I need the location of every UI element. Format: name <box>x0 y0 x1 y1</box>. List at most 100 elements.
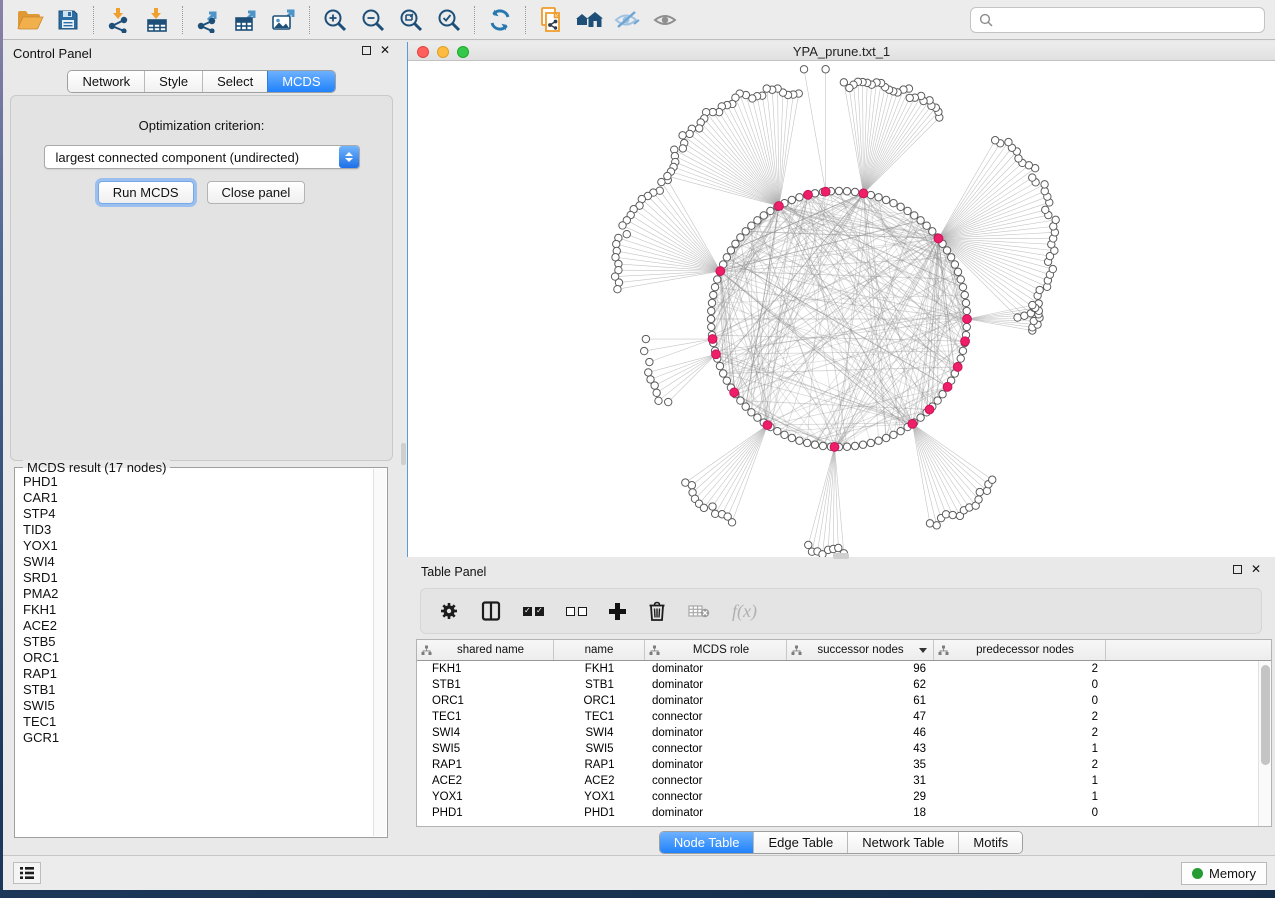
table-scrollbar-thumb[interactable] <box>1261 665 1270 765</box>
import-table-icon[interactable] <box>138 4 176 36</box>
tab-edge-table[interactable]: Edge Table <box>753 832 847 853</box>
float-table-panel-icon[interactable] <box>1233 565 1242 574</box>
mcds-result-item[interactable]: SWI4 <box>16 554 373 570</box>
table-row[interactable]: YOX1YOX1connector291 <box>417 789 1271 805</box>
tab-motifs[interactable]: Motifs <box>958 832 1022 853</box>
function-builder-icon: f(x) <box>732 601 757 622</box>
tab-network-table[interactable]: Network Table <box>847 832 958 853</box>
mcds-result-item[interactable]: GCR1 <box>16 730 373 746</box>
show-panel-icon[interactable] <box>646 4 684 36</box>
mcds-result-item[interactable]: YOX1 <box>16 538 373 554</box>
open-file-icon[interactable] <box>11 4 49 36</box>
close-table-panel-icon[interactable]: ✕ <box>1251 565 1261 574</box>
vertical-splitter[interactable] <box>400 40 407 855</box>
mcds-result-item[interactable]: ORC1 <box>16 650 373 666</box>
column-type-icon <box>649 645 660 656</box>
mcds-result-item[interactable]: CAR1 <box>16 490 373 506</box>
search-input[interactable] <box>999 13 1264 28</box>
table-row[interactable]: SWI4SWI4dominator462 <box>417 725 1271 741</box>
column-header-successor-nodes[interactable]: successor nodes <box>787 640 934 660</box>
zoom-selected-icon[interactable] <box>430 4 468 36</box>
table-row[interactable]: SWI5SWI5connector431 <box>417 741 1271 757</box>
mcds-result-item[interactable]: FKH1 <box>16 602 373 618</box>
memory-button[interactable]: Memory <box>1181 862 1267 885</box>
column-header-shared-name[interactable]: shared name <box>417 640 554 660</box>
search-field[interactable] <box>970 7 1265 33</box>
column-label: MCDS role <box>660 644 782 656</box>
column-header-predecessor-nodes[interactable]: predecessor nodes <box>934 640 1106 660</box>
close-panel-icon[interactable]: ✕ <box>380 46 390 55</box>
save-session-icon[interactable] <box>49 4 87 36</box>
hide-panels-icon[interactable] <box>608 4 646 36</box>
mcds-tab-content: Optimization criterion: largest connecte… <box>10 95 393 461</box>
table-scrollbar[interactable] <box>1258 661 1271 826</box>
mcds-result-item[interactable]: STP4 <box>16 506 373 522</box>
run-mcds-button[interactable]: Run MCDS <box>98 181 194 204</box>
criterion-dropdown[interactable]: largest connected component (undirected) <box>44 145 360 169</box>
tab-select[interactable]: Select <box>202 71 267 92</box>
optimization-criterion-label: Optimization criterion: <box>11 118 392 133</box>
table-row[interactable]: PHD1PHD1dominator180 <box>417 805 1271 821</box>
column-header-name[interactable]: name <box>554 640 645 660</box>
application-window: Control Panel ✕ NetworkStyleSelectMCDS O… <box>3 0 1275 890</box>
mcds-result-item[interactable]: STB5 <box>16 634 373 650</box>
table-cell: 0 <box>934 679 1106 691</box>
duplicate-network-icon[interactable] <box>532 4 570 36</box>
network-graph[interactable] <box>408 61 1275 557</box>
deselect-all-icon[interactable] <box>566 607 587 616</box>
select-all-icon[interactable] <box>523 607 544 616</box>
tab-node-table[interactable]: Node Table <box>660 832 754 853</box>
table-cell: 2 <box>934 663 1106 675</box>
export-image-icon[interactable] <box>265 4 303 36</box>
task-history-button[interactable] <box>13 862 41 884</box>
close-panel-button[interactable]: Close panel <box>207 181 306 204</box>
float-panel-icon[interactable] <box>362 46 371 55</box>
table-row[interactable]: TEC1TEC1connector472 <box>417 709 1271 725</box>
mcds-list-scrollbar[interactable] <box>373 469 386 836</box>
network-overview-icon[interactable] <box>570 4 608 36</box>
mcds-result-list[interactable]: PHD1CAR1STP4TID3YOX1SWI4SRD1PMA2FKH1ACE2… <box>16 474 373 833</box>
refresh-icon[interactable] <box>481 4 519 36</box>
table-cell: 1 <box>934 743 1106 755</box>
mcds-result-item[interactable]: ACE2 <box>16 618 373 634</box>
table-cell: dominator <box>645 759 787 771</box>
network-window-titlebar[interactable]: YPA_prune.txt_1 <box>408 42 1275 61</box>
add-icon[interactable] <box>609 603 626 620</box>
zoom-fit-icon[interactable] <box>392 4 430 36</box>
splitter-grip[interactable] <box>401 443 406 465</box>
import-network-icon[interactable] <box>100 4 138 36</box>
mcds-result-item[interactable]: TEC1 <box>16 714 373 730</box>
main-toolbar <box>3 0 1275 40</box>
window-minimize-icon[interactable] <box>437 46 449 58</box>
table-row[interactable]: RAP1RAP1dominator352 <box>417 757 1271 773</box>
delete-column-icon <box>688 603 710 619</box>
window-maximize-icon[interactable] <box>457 46 469 58</box>
mcds-result-item[interactable]: RAP1 <box>16 666 373 682</box>
table-cell: connector <box>645 791 787 803</box>
window-close-icon[interactable] <box>417 46 429 58</box>
table-cell: RAP1 <box>554 759 645 771</box>
table-row[interactable]: STB1STB1dominator620 <box>417 677 1271 693</box>
mcds-result-item[interactable]: SRD1 <box>16 570 373 586</box>
gear-icon[interactable] <box>439 601 459 621</box>
trash-icon[interactable] <box>648 601 666 621</box>
mcds-result-item[interactable]: STB1 <box>16 682 373 698</box>
mcds-result-item[interactable]: PHD1 <box>16 474 373 490</box>
export-network-icon[interactable] <box>189 4 227 36</box>
columns-icon[interactable] <box>481 601 501 621</box>
network-canvas[interactable] <box>408 61 1275 557</box>
zoom-out-icon[interactable] <box>354 4 392 36</box>
toolbar-separator <box>474 6 475 34</box>
table-row[interactable]: ORC1ORC1dominator610 <box>417 693 1271 709</box>
table-row[interactable]: ACE2ACE2connector311 <box>417 773 1271 789</box>
table-row[interactable]: FKH1FKH1dominator962 <box>417 661 1271 677</box>
column-header-MCDS-role[interactable]: MCDS role <box>645 640 787 660</box>
mcds-result-item[interactable]: SWI5 <box>16 698 373 714</box>
zoom-in-icon[interactable] <box>316 4 354 36</box>
tab-mcds[interactable]: MCDS <box>267 71 334 92</box>
mcds-result-item[interactable]: TID3 <box>16 522 373 538</box>
tab-network[interactable]: Network <box>68 71 144 92</box>
export-table-icon[interactable] <box>227 4 265 36</box>
tab-style[interactable]: Style <box>144 71 202 92</box>
mcds-result-item[interactable]: PMA2 <box>16 586 373 602</box>
